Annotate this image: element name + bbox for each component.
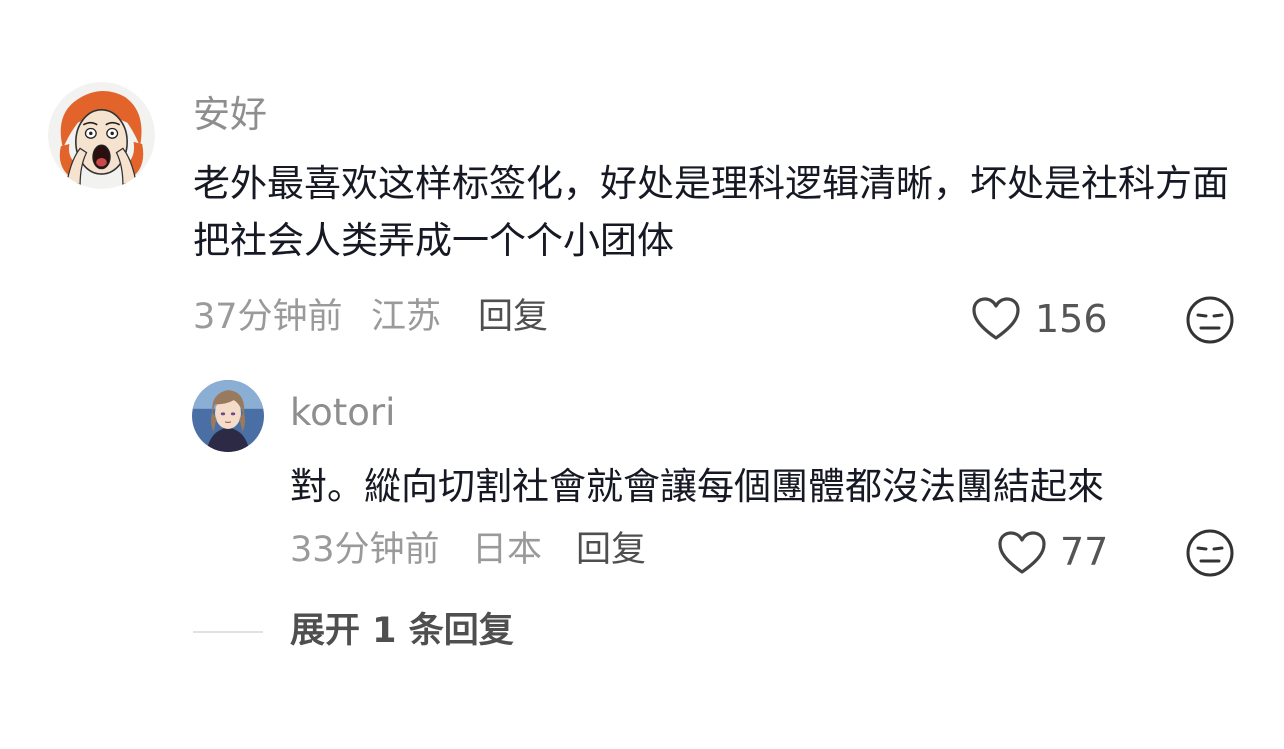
expand-replies-button[interactable]: 展开 1 条回复 [290,614,514,649]
like-count: 156 [1035,297,1108,341]
reply-like-count: 77 [1060,530,1109,574]
heart-icon[interactable] [997,530,1047,576]
reply-location: 日本 [472,530,543,570]
avatar[interactable] [48,82,155,189]
comment-time: 37分钟前 [193,297,343,337]
expand-divider [193,631,263,633]
comment-text: 老外最喜欢这样标签化，好处是理科逻辑清晰，坏处是社科方面把社会人类弄成一个个小团… [193,162,1229,262]
comment-username[interactable]: 安好 [193,96,267,133]
reply-username[interactable]: kotori [290,394,395,431]
reply-avatar[interactable] [192,380,264,452]
avatar-image [48,82,155,189]
reply-reply-button[interactable]: 回复 [576,533,646,568]
reply-avatar-image [192,380,264,452]
heart-icon[interactable] [971,296,1021,342]
reply-text: 對。縱向切割社會就會讓每個團體都沒法團結起來 [290,465,1104,508]
dislike-face-icon[interactable] [1185,528,1235,578]
comment-reply-button[interactable]: 回复 [478,300,548,335]
reply-time: 33分钟前 [290,530,440,570]
dislike-face-icon[interactable] [1185,295,1235,345]
comment-location: 江苏 [371,297,442,337]
